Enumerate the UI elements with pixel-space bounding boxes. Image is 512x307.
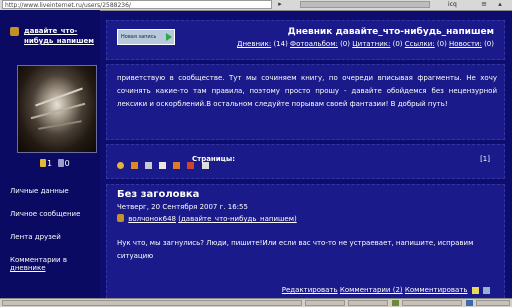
scroll-up-icon[interactable]: ▴: [494, 0, 506, 9]
star-icon[interactable]: [117, 162, 124, 169]
links-link[interactable]: Ссылки:: [405, 40, 435, 48]
address-bar[interactable]: http://www.liveinternet.ru/users/2588236…: [2, 0, 272, 9]
comments-count-link[interactable]: Комментарии (2): [340, 286, 403, 294]
document-icon[interactable]: [159, 162, 167, 169]
diary-title: Дневник давайте_что-нибудь_напишем: [287, 27, 494, 37]
edit-link[interactable]: Редактировать: [282, 286, 338, 294]
stats-row: 1 0: [40, 159, 70, 168]
photo-link[interactable]: Фотоальбом:: [290, 40, 338, 48]
zone-icon: [466, 300, 473, 306]
sidebar-item-message[interactable]: Личное сообщение: [10, 210, 80, 218]
pages-label: Страницы:: [192, 155, 235, 163]
author-link[interactable]: волчонок648: [128, 215, 176, 223]
stats-b: 0: [64, 159, 70, 168]
sidebar-header: давайте_что-нибудь_напишем: [10, 26, 94, 46]
print-icon[interactable]: [145, 162, 153, 169]
quote-link[interactable]: Цитатник:: [352, 40, 390, 48]
status-text-area: [2, 300, 302, 306]
mail-icon[interactable]: [471, 286, 479, 294]
community-link-post[interactable]: (давайте_что-нибудь_напишем): [178, 215, 297, 223]
search-box[interactable]: [300, 1, 430, 8]
pages-bar: Страницы: [1]: [106, 144, 505, 179]
news-link[interactable]: Новости:: [449, 40, 482, 48]
feed-icon[interactable]: [173, 162, 181, 169]
community-icon: [10, 27, 19, 36]
list-icon[interactable]: [201, 162, 209, 169]
comment-link[interactable]: Комментировать: [405, 286, 468, 294]
browser-menu-icon[interactable]: ≡: [478, 0, 490, 9]
diary-counts: Дневник: (14) Фотоальбом: (0) Цитатник: …: [237, 40, 494, 48]
diary-link[interactable]: Дневник:: [237, 40, 271, 48]
post-date: Четверг, 20 Сентября 2007 г. 16:55: [117, 203, 248, 211]
sidebar-item-comments[interactable]: Комментарии в дневнике: [10, 256, 67, 272]
medal-icon: [40, 159, 46, 167]
icq-button[interactable]: icq: [448, 0, 472, 9]
rss-icon[interactable]: [131, 162, 139, 169]
diary-header: Новая запись Дневник давайте_что-нибудь_…: [106, 20, 505, 60]
community-description: приветствую в сообществе. Тут мы сочиняе…: [106, 64, 505, 140]
user-icon: [117, 214, 124, 222]
status-panel-2: [348, 300, 388, 306]
post-title: Без заголовка: [117, 189, 200, 200]
status-panel-1: [305, 300, 345, 306]
security-icon: [392, 300, 399, 306]
page-number[interactable]: [1]: [480, 155, 490, 163]
sidebar-item-profile[interactable]: Личные данные: [10, 187, 69, 195]
post-body: Нук что, мы загнулись? Люди, пишите!Или …: [117, 239, 474, 260]
post-actions: Редактировать Комментарии (2) Комментиро…: [282, 286, 490, 294]
post-author: волчонок648 (давайте_что-нибудь_напишем): [117, 214, 297, 223]
new-post-button[interactable]: Новая запись: [117, 29, 175, 45]
sidebar: давайте_что-нибудь_напишем 1 0 Личные да…: [0, 10, 100, 298]
zone-panel: [402, 300, 462, 306]
go-icon[interactable]: ▸: [274, 0, 286, 9]
arrow-icon: [166, 33, 172, 41]
friends-icon: [57, 159, 64, 167]
post: Без заголовка Четверг, 20 Сентября 2007 …: [106, 184, 505, 298]
calendar-icon[interactable]: [187, 162, 195, 169]
zoom-panel: [476, 300, 510, 306]
sidebar-item-friends-feed[interactable]: Лента друзей: [10, 233, 61, 241]
stats-a: 1: [47, 159, 53, 168]
quote-icon[interactable]: [483, 286, 490, 294]
welcome-text: приветствую в сообществе. Тут мы сочиняе…: [117, 74, 497, 108]
avatar: [17, 65, 97, 153]
community-link[interactable]: давайте_что-нибудь_напишем: [10, 26, 94, 46]
